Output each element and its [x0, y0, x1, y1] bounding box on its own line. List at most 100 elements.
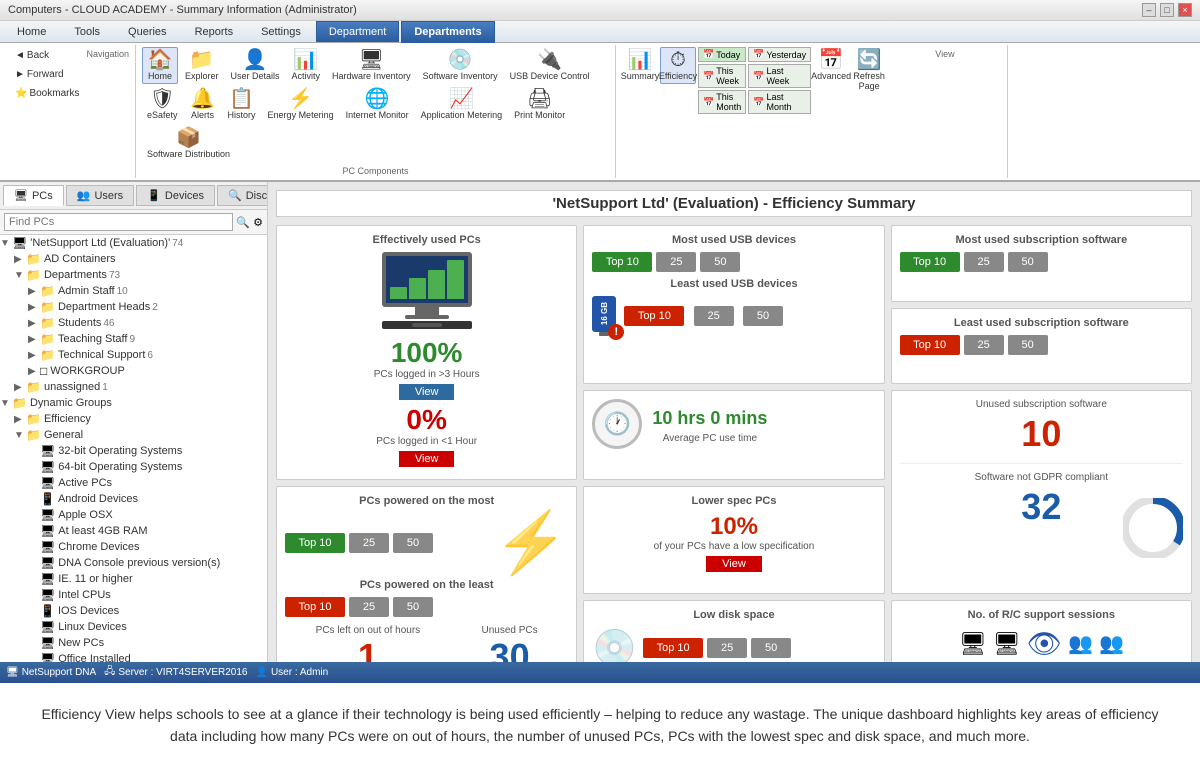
sidebar-tab-devices[interactable]: 📱 Devices — [136, 185, 215, 206]
activity-btn[interactable]: 📊 Activity — [287, 47, 326, 84]
tree-item-android[interactable]: 📱 Android Devices — [0, 491, 267, 507]
advanced-btn[interactable]: 📅 Advanced — [813, 47, 849, 84]
tree-item-intel[interactable]: 🖥 Intel CPUs — [0, 587, 267, 603]
this-week-btn[interactable]: 📅 This Week — [698, 64, 746, 88]
pcs-least-top10-btn[interactable]: Top 10 — [285, 597, 345, 617]
tree-item-apple[interactable]: 🖥 Apple OSX — [0, 507, 267, 523]
sub-most-25-btn[interactable]: 25 — [964, 252, 1004, 272]
sub-least-25-btn[interactable]: 25 — [964, 335, 1004, 355]
tree-item-active[interactable]: 🖥 Active PCs — [0, 475, 267, 491]
close-button[interactable]: × — [1178, 3, 1192, 17]
tree-item-64bit[interactable]: 🖥 64-bit Operating Systems — [0, 459, 267, 475]
tab-reports[interactable]: Reports — [182, 21, 247, 42]
yesterday-btn[interactable]: 📅 Yesterday — [748, 47, 811, 62]
tree-item-departments[interactable]: ▼ 📁 Departments 73 — [0, 267, 267, 283]
tree-root[interactable]: ▼ 🖥 'NetSupport Ltd (Evaluation)' 74 — [0, 235, 267, 251]
alerts-btn[interactable]: 🔔 Alerts — [185, 86, 221, 123]
today-btn[interactable]: 📅 Today — [698, 47, 746, 62]
hardware-btn[interactable]: 🖥 Hardware Inventory — [327, 47, 416, 84]
tab-queries[interactable]: Queries — [115, 21, 180, 42]
tab-departments[interactable]: Departments — [401, 21, 494, 43]
tree-item-dynamic[interactable]: ▼ 📁 Dynamic Groups — [0, 395, 267, 411]
app-metering-btn[interactable]: 📈 Application Metering — [416, 86, 508, 123]
usb-most-25-btn[interactable]: 25 — [656, 252, 696, 272]
usb-most-50-btn[interactable]: 50 — [700, 252, 740, 272]
disk-25-btn[interactable]: 25 — [707, 638, 747, 658]
this-month-btn[interactable]: 📅 This Month — [698, 90, 746, 114]
disk-50-btn[interactable]: 50 — [751, 638, 791, 658]
usb-most-top10-btn[interactable]: Top 10 — [592, 252, 652, 272]
energy-btn[interactable]: ⚡ Energy Metering — [263, 86, 339, 123]
pcs-most-25-btn[interactable]: 25 — [349, 533, 389, 553]
internet-btn[interactable]: 🌐 Internet Monitor — [341, 86, 414, 123]
sub-least-50-btn[interactable]: 50 — [1008, 335, 1048, 355]
usb-device-btn[interactable]: 🔌 USB Device Control — [505, 47, 595, 84]
tree-item-ios[interactable]: 📱 IOS Devices — [0, 603, 267, 619]
summary-btn[interactable]: 📊 Summary — [622, 47, 658, 84]
pcs-most-50-btn[interactable]: 50 — [393, 533, 433, 553]
tree-item-ie[interactable]: 🖥 IE. 11 or higher — [0, 571, 267, 587]
user-details-btn[interactable]: 👤 User Details — [226, 47, 285, 84]
esafety-btn[interactable]: 🛡 eSafety — [142, 86, 183, 123]
tree-item-ram[interactable]: 🖥 At least 4GB RAM — [0, 523, 267, 539]
tree-item-admin[interactable]: ▶ 📁 Admin Staff 10 — [0, 283, 267, 299]
disk-top10-btn[interactable]: Top 10 — [643, 638, 703, 658]
tree-item-new-pcs[interactable]: 🖥 New PCs — [0, 635, 267, 651]
tree-item-dept-heads[interactable]: ▶ 📁 Department Heads 2 — [0, 299, 267, 315]
last-month-btn[interactable]: 📅 Last Month — [748, 90, 811, 114]
view-btn-green[interactable]: View — [399, 384, 455, 400]
pcs-most-top10-btn[interactable]: Top 10 — [285, 533, 345, 553]
software-btn[interactable]: 💿 Software Inventory — [418, 47, 503, 84]
efficiency-btn[interactable]: ⏱ Efficiency — [660, 47, 696, 84]
search-options-icon[interactable]: ⚙ — [253, 216, 263, 229]
maximize-button[interactable]: □ — [1160, 3, 1174, 17]
sidebar-tab-discovered[interactable]: 🔍 Discovered — [217, 185, 268, 206]
tree-item-general[interactable]: ▼ 📁 General — [0, 427, 267, 443]
search-icon[interactable]: 🔍 — [236, 216, 250, 229]
tree-item-students[interactable]: ▶ 📁 Students 46 — [0, 315, 267, 331]
tree-item-teaching[interactable]: ▶ 📁 Teaching Staff 9 — [0, 331, 267, 347]
tab-department[interactable]: Department — [316, 21, 399, 42]
pcs-least-50-btn[interactable]: 50 — [393, 597, 433, 617]
minimize-button[interactable]: – — [1142, 3, 1156, 17]
tree-item-office[interactable]: 🖥 Office Installed — [0, 651, 267, 662]
usb-least-50-btn[interactable]: 50 — [743, 306, 783, 326]
bookmarks-button[interactable]: ⭐ Bookmarks — [10, 85, 84, 102]
dashboard-title: 'NetSupport Ltd' (Evaluation) - Efficien… — [276, 190, 1192, 217]
lowspec-view-btn[interactable]: View — [706, 556, 762, 572]
pcs-least-25-btn[interactable]: 25 — [349, 597, 389, 617]
tree-item-ad[interactable]: ▶ 📁 AD Containers — [0, 251, 267, 267]
sidebar-tab-users[interactable]: 👥 Users — [66, 185, 134, 206]
explorer-btn[interactable]: 📁 Explorer — [180, 47, 224, 84]
sub-most-50-btn[interactable]: 50 — [1008, 252, 1048, 272]
tree-item-efficiency[interactable]: ▶ 📁 Efficiency — [0, 411, 267, 427]
tree-item-workgroup[interactable]: ▶ □ WORKGROUP — [0, 363, 267, 379]
forward-button[interactable]: ► Forward — [10, 66, 84, 83]
home-btn[interactable]: 🏠 Home — [142, 47, 178, 84]
eff-value-100: 100% — [285, 337, 568, 369]
view-btn-red[interactable]: View — [399, 451, 455, 467]
refresh-btn[interactable]: 🔄 Refresh Page — [851, 47, 887, 94]
app-metering-label: Application Metering — [421, 110, 503, 120]
usb-size-label: 16 GB — [600, 302, 609, 325]
usb-least-25-btn[interactable]: 25 — [694, 306, 734, 326]
tree-item-32bit[interactable]: 🖥 32-bit Operating Systems — [0, 443, 267, 459]
last-week-btn[interactable]: 📅 Last Week — [748, 64, 811, 88]
tree-item-technical[interactable]: ▶ 📁 Technical Support 6 — [0, 347, 267, 363]
tab-settings[interactable]: Settings — [248, 21, 314, 42]
sidebar-tab-pcs[interactable]: 🖥 PCs — [3, 185, 64, 206]
back-button[interactable]: ◄ Back — [10, 47, 84, 64]
tree-item-unassigned[interactable]: ▶ 📁 unassigned 1 — [0, 379, 267, 395]
history-btn[interactable]: 📋 History — [223, 86, 261, 123]
search-input[interactable] — [4, 213, 233, 231]
sub-least-top10-btn[interactable]: Top 10 — [900, 335, 960, 355]
print-btn[interactable]: 🖨 Print Monitor — [509, 86, 570, 123]
tree-item-linux[interactable]: 🖥 Linux Devices — [0, 619, 267, 635]
usb-least-top10-btn[interactable]: Top 10 — [624, 306, 684, 326]
tree-item-chrome[interactable]: 🖥 Chrome Devices — [0, 539, 267, 555]
sub-most-top10-btn[interactable]: Top 10 — [900, 252, 960, 272]
software-dist-btn[interactable]: 📦 Software Distribution — [142, 125, 235, 162]
tree-item-dna[interactable]: 🖥 DNA Console previous version(s) — [0, 555, 267, 571]
tab-home[interactable]: Home — [4, 21, 59, 42]
tab-tools[interactable]: Tools — [61, 21, 113, 42]
